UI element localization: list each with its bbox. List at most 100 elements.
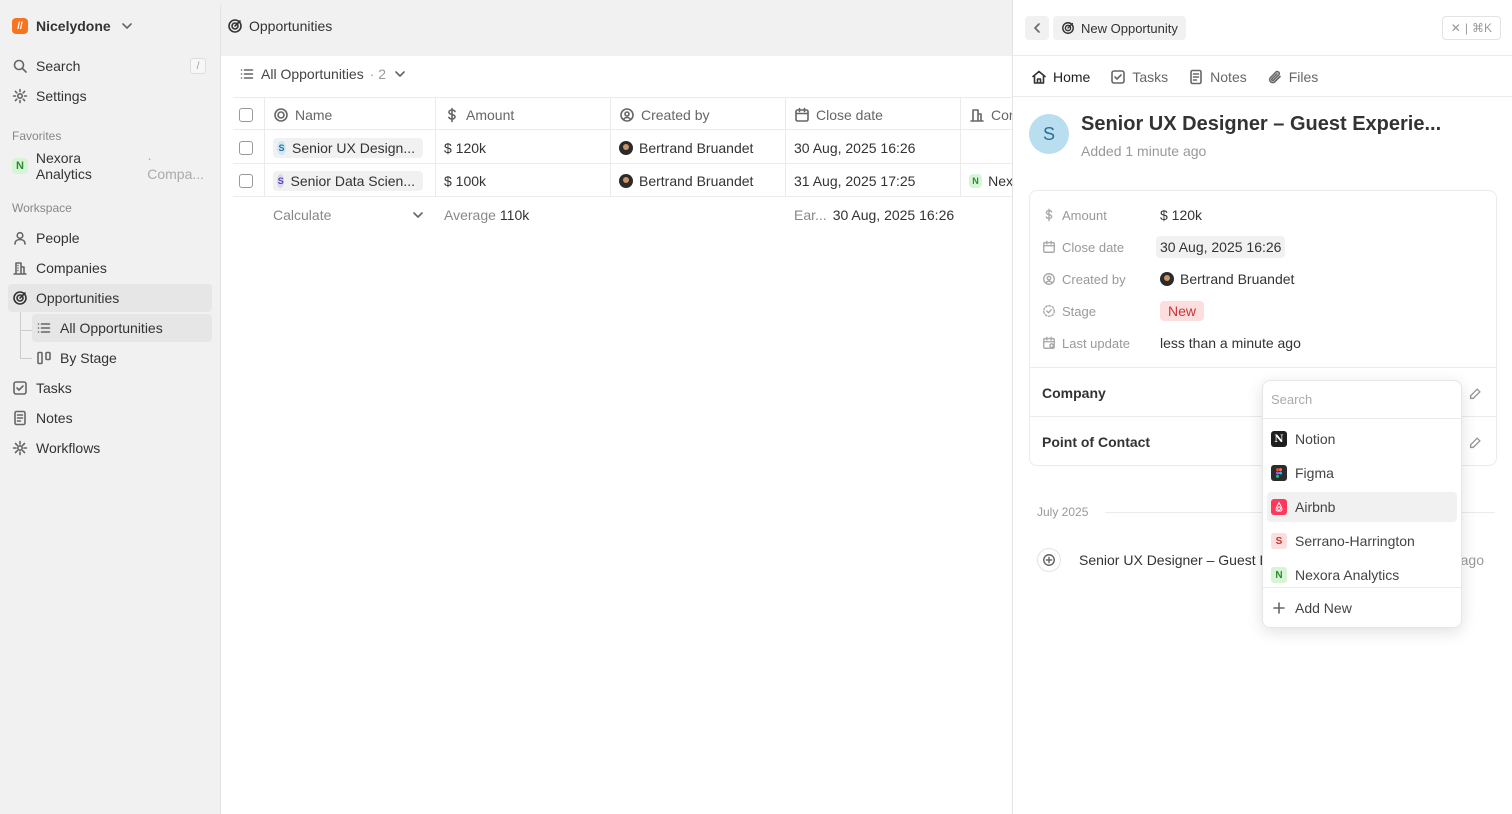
- field-value-amount[interactable]: $ 120k: [1160, 207, 1202, 223]
- breadcrumb-label: New Opportunity: [1081, 20, 1178, 36]
- column-header-company[interactable]: Cor: [961, 98, 1013, 131]
- favorite-name: Nexora Analytics: [35, 150, 92, 182]
- tab-notes[interactable]: Notes: [1178, 57, 1257, 97]
- table-row[interactable]: S Senior UX Design... $ 120k Bertrand Br…: [233, 131, 1013, 164]
- list-icon: [239, 66, 255, 82]
- sidebar-search[interactable]: Search /: [8, 52, 212, 80]
- field-label-text: Amount: [1062, 207, 1107, 223]
- list-icon: [36, 320, 52, 336]
- column-header-name[interactable]: Name: [265, 98, 436, 131]
- record-letter-icon: S: [277, 173, 285, 188]
- field-label-amount: Amount: [1042, 208, 1160, 223]
- tab-files[interactable]: Files: [1257, 57, 1329, 97]
- close-icon: ✕: [1450, 21, 1461, 35]
- cell-amount[interactable]: $ 100k: [436, 164, 611, 197]
- dropdown-divider: [1263, 587, 1461, 588]
- dropdown-item-notion[interactable]: N Notion: [1267, 424, 1457, 454]
- back-button[interactable]: [1025, 16, 1049, 40]
- sidebar-search-label: Search: [36, 58, 81, 74]
- tree-connector: [20, 330, 32, 331]
- calculate-dropdown[interactable]: Calculate: [233, 207, 436, 223]
- edit-contact-pencil-icon[interactable]: [1468, 436, 1482, 450]
- paperclip-icon: [1267, 69, 1283, 85]
- close-panel-button[interactable]: ✕ | ⌘K: [1441, 16, 1501, 40]
- select-all-checkbox[interactable]: [239, 107, 253, 122]
- field-label-text: Created by: [1062, 271, 1126, 287]
- cell-created-by[interactable]: Bertrand Bruandet: [611, 131, 786, 164]
- cell-created-by[interactable]: Bertrand Bruandet: [611, 164, 786, 197]
- field-stage[interactable]: Stage New: [1042, 299, 1482, 323]
- tab-tasks[interactable]: Tasks: [1100, 57, 1178, 97]
- sidebar-item-label: Notes: [36, 410, 73, 426]
- sidebar-settings[interactable]: Settings: [8, 82, 212, 110]
- field-close-date[interactable]: Close date 30 Aug, 2025 16:26: [1042, 235, 1482, 259]
- timeline-event-text: Senior UX Designer – Guest Ex: [1079, 552, 1276, 568]
- dropdown-item-label: Nexora Analytics: [1295, 567, 1400, 583]
- dropdown-item-serrano-harrington[interactable]: S Serrano-Harrington: [1267, 526, 1457, 556]
- sidebar-item-tasks[interactable]: Tasks: [8, 374, 212, 402]
- favorite-type: · Compa...: [147, 150, 205, 182]
- average-amount[interactable]: Average 110k: [436, 207, 611, 223]
- dropdown-item-nexora-analytics[interactable]: N Nexora Analytics: [1267, 560, 1457, 590]
- dropdown-item-airbnb[interactable]: Airbnb: [1267, 492, 1457, 522]
- sidebar-item-by-stage[interactable]: By Stage: [32, 344, 212, 372]
- note-icon: [12, 410, 28, 426]
- add-new-label: Add New: [1295, 600, 1352, 616]
- workspace-logo-icon: //: [12, 18, 28, 34]
- record-chip[interactable]: S Senior UX Design...: [273, 137, 423, 158]
- sidebar-item-companies[interactable]: Companies: [8, 254, 212, 282]
- table-row[interactable]: S Senior Data Scien... $ 100k Bertrand B…: [233, 164, 1013, 197]
- cell-company[interactable]: N Nex: [961, 164, 1013, 197]
- field-label-text: Stage: [1062, 303, 1096, 319]
- cell-company[interactable]: [961, 131, 1013, 164]
- cell-name[interactable]: S Senior UX Design...: [265, 131, 436, 164]
- sidebar-item-opportunities[interactable]: Opportunities: [8, 284, 212, 312]
- field-label-stage: Stage: [1042, 304, 1160, 319]
- close-separator: |: [1464, 21, 1468, 35]
- stage-badge: New: [1160, 301, 1205, 321]
- dropdown-item-label: Figma: [1295, 465, 1334, 481]
- earliest-date[interactable]: Ear... 30 Aug, 2025 16:26: [786, 207, 1006, 223]
- sidebar-item-notes[interactable]: Notes: [8, 404, 212, 432]
- company-search-input[interactable]: [1271, 392, 1451, 407]
- field-amount[interactable]: Amount $ 120k: [1042, 203, 1482, 227]
- sidebar-item-people[interactable]: People: [8, 224, 212, 252]
- record-chip[interactable]: S Senior Data Scien...: [273, 170, 423, 191]
- tabs-divider: [1013, 96, 1512, 97]
- calendar-icon: [1042, 240, 1056, 254]
- record-breadcrumb[interactable]: New Opportunity: [1053, 16, 1186, 40]
- cell-name[interactable]: S Senior Data Scien...: [265, 164, 436, 197]
- progress-icon: [1042, 304, 1056, 318]
- target-icon: [227, 18, 243, 34]
- record-title[interactable]: Senior UX Designer – Guest Experie...: [1081, 113, 1441, 136]
- column-header-amount[interactable]: Amount: [436, 98, 611, 131]
- sidebar-item-all-opportunities[interactable]: All Opportunities: [32, 314, 212, 342]
- row-select-cell: [233, 131, 265, 164]
- dropdown-item-figma[interactable]: Figma: [1267, 458, 1457, 488]
- timeline-event-time: ago: [1460, 552, 1484, 568]
- cell-close-date[interactable]: 30 Aug, 2025 16:26: [786, 131, 961, 164]
- avatar: [619, 140, 633, 155]
- timeline-month: July 2025: [1037, 505, 1089, 519]
- column-header-created-by[interactable]: Created by: [611, 98, 786, 131]
- view-switcher[interactable]: All Opportunities · 2: [239, 66, 408, 82]
- dropdown-add-new[interactable]: Add New: [1267, 593, 1457, 623]
- workflow-icon: [12, 440, 28, 456]
- sidebar-item-workflows[interactable]: Workflows: [8, 434, 212, 462]
- field-value-stage[interactable]: New: [1160, 301, 1205, 321]
- sidebar-favorite-nexora[interactable]: N Nexora Analytics · Compa...: [8, 150, 212, 182]
- field-value-close-date[interactable]: 30 Aug, 2025 16:26: [1156, 236, 1286, 258]
- field-label-last-update: Last update: [1042, 336, 1160, 351]
- row-select-cell: [233, 164, 265, 197]
- workspace-switcher[interactable]: // Nicelydone: [12, 16, 135, 36]
- person-icon: [12, 230, 28, 246]
- edit-company-pencil-icon[interactable]: [1468, 387, 1482, 401]
- tab-home[interactable]: Home: [1021, 57, 1101, 97]
- cell-close-date[interactable]: 31 Aug, 2025 17:25: [786, 164, 961, 197]
- company-letter-icon: N: [12, 158, 28, 174]
- column-header-close-date[interactable]: Close date: [786, 98, 961, 131]
- row-checkbox[interactable]: [239, 173, 253, 188]
- row-checkbox[interactable]: [239, 140, 253, 155]
- dollar-icon: [444, 107, 460, 123]
- cell-amount[interactable]: $ 120k: [436, 131, 611, 164]
